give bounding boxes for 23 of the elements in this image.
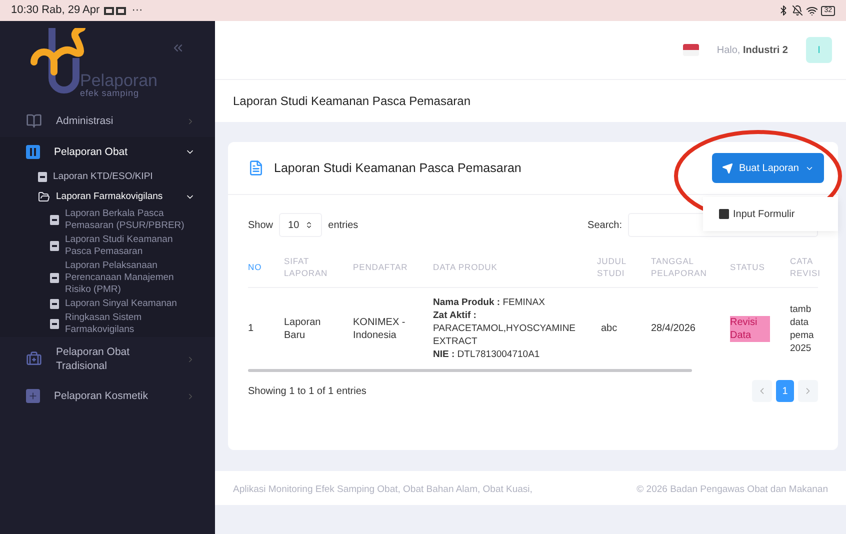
product-detail: Zat Aktif : PARACETAMOL,HYOSCYAMINE EXTRACT [433,309,577,348]
table-cell-text: Laporan Baru [284,316,322,342]
brand-name: Pelaporan [80,72,158,89]
user-greeting: Halo, Industri 2 [716,44,788,58]
table-info: Showing 1 to 1 of 1 entries [248,384,366,398]
table-cell-text: abc [600,322,618,335]
show-label: Show [248,218,274,232]
status-time: 10:30 Rab, 29 Apr [11,3,100,18]
search-label: Search: [588,218,622,232]
product-detail: Nama Produk : FEMINAX [433,296,546,309]
table-cell-text: KONIMEX - Indonesia [353,316,406,342]
table-cell-text: 28/4/2026 [651,322,696,335]
copyright-text: © 2026 Badan Pengawas Obat dan Makanan [636,483,828,497]
table-cell-text: tamb data pema 2025 [790,302,815,354]
product-detail: NIE : DTL7813004710A1 [433,348,541,361]
page-title: Laporan Studi Keamanan Pasca Pemasaran [233,93,470,110]
card-title: Laporan Studi Keamanan Pasca Pemasaran [274,160,522,177]
table-cell-text: 1 [248,322,255,335]
brand-tagline: efek samping [80,89,139,98]
status-more: ··· [132,3,143,18]
entries-label: entries [328,218,358,232]
footer-text: Aplikasi Monitoring Efek Samping Obat, Obat Bahan Alam, Obat Kuasi, [233,483,532,497]
status-badge: Revisi Data [730,316,770,342]
